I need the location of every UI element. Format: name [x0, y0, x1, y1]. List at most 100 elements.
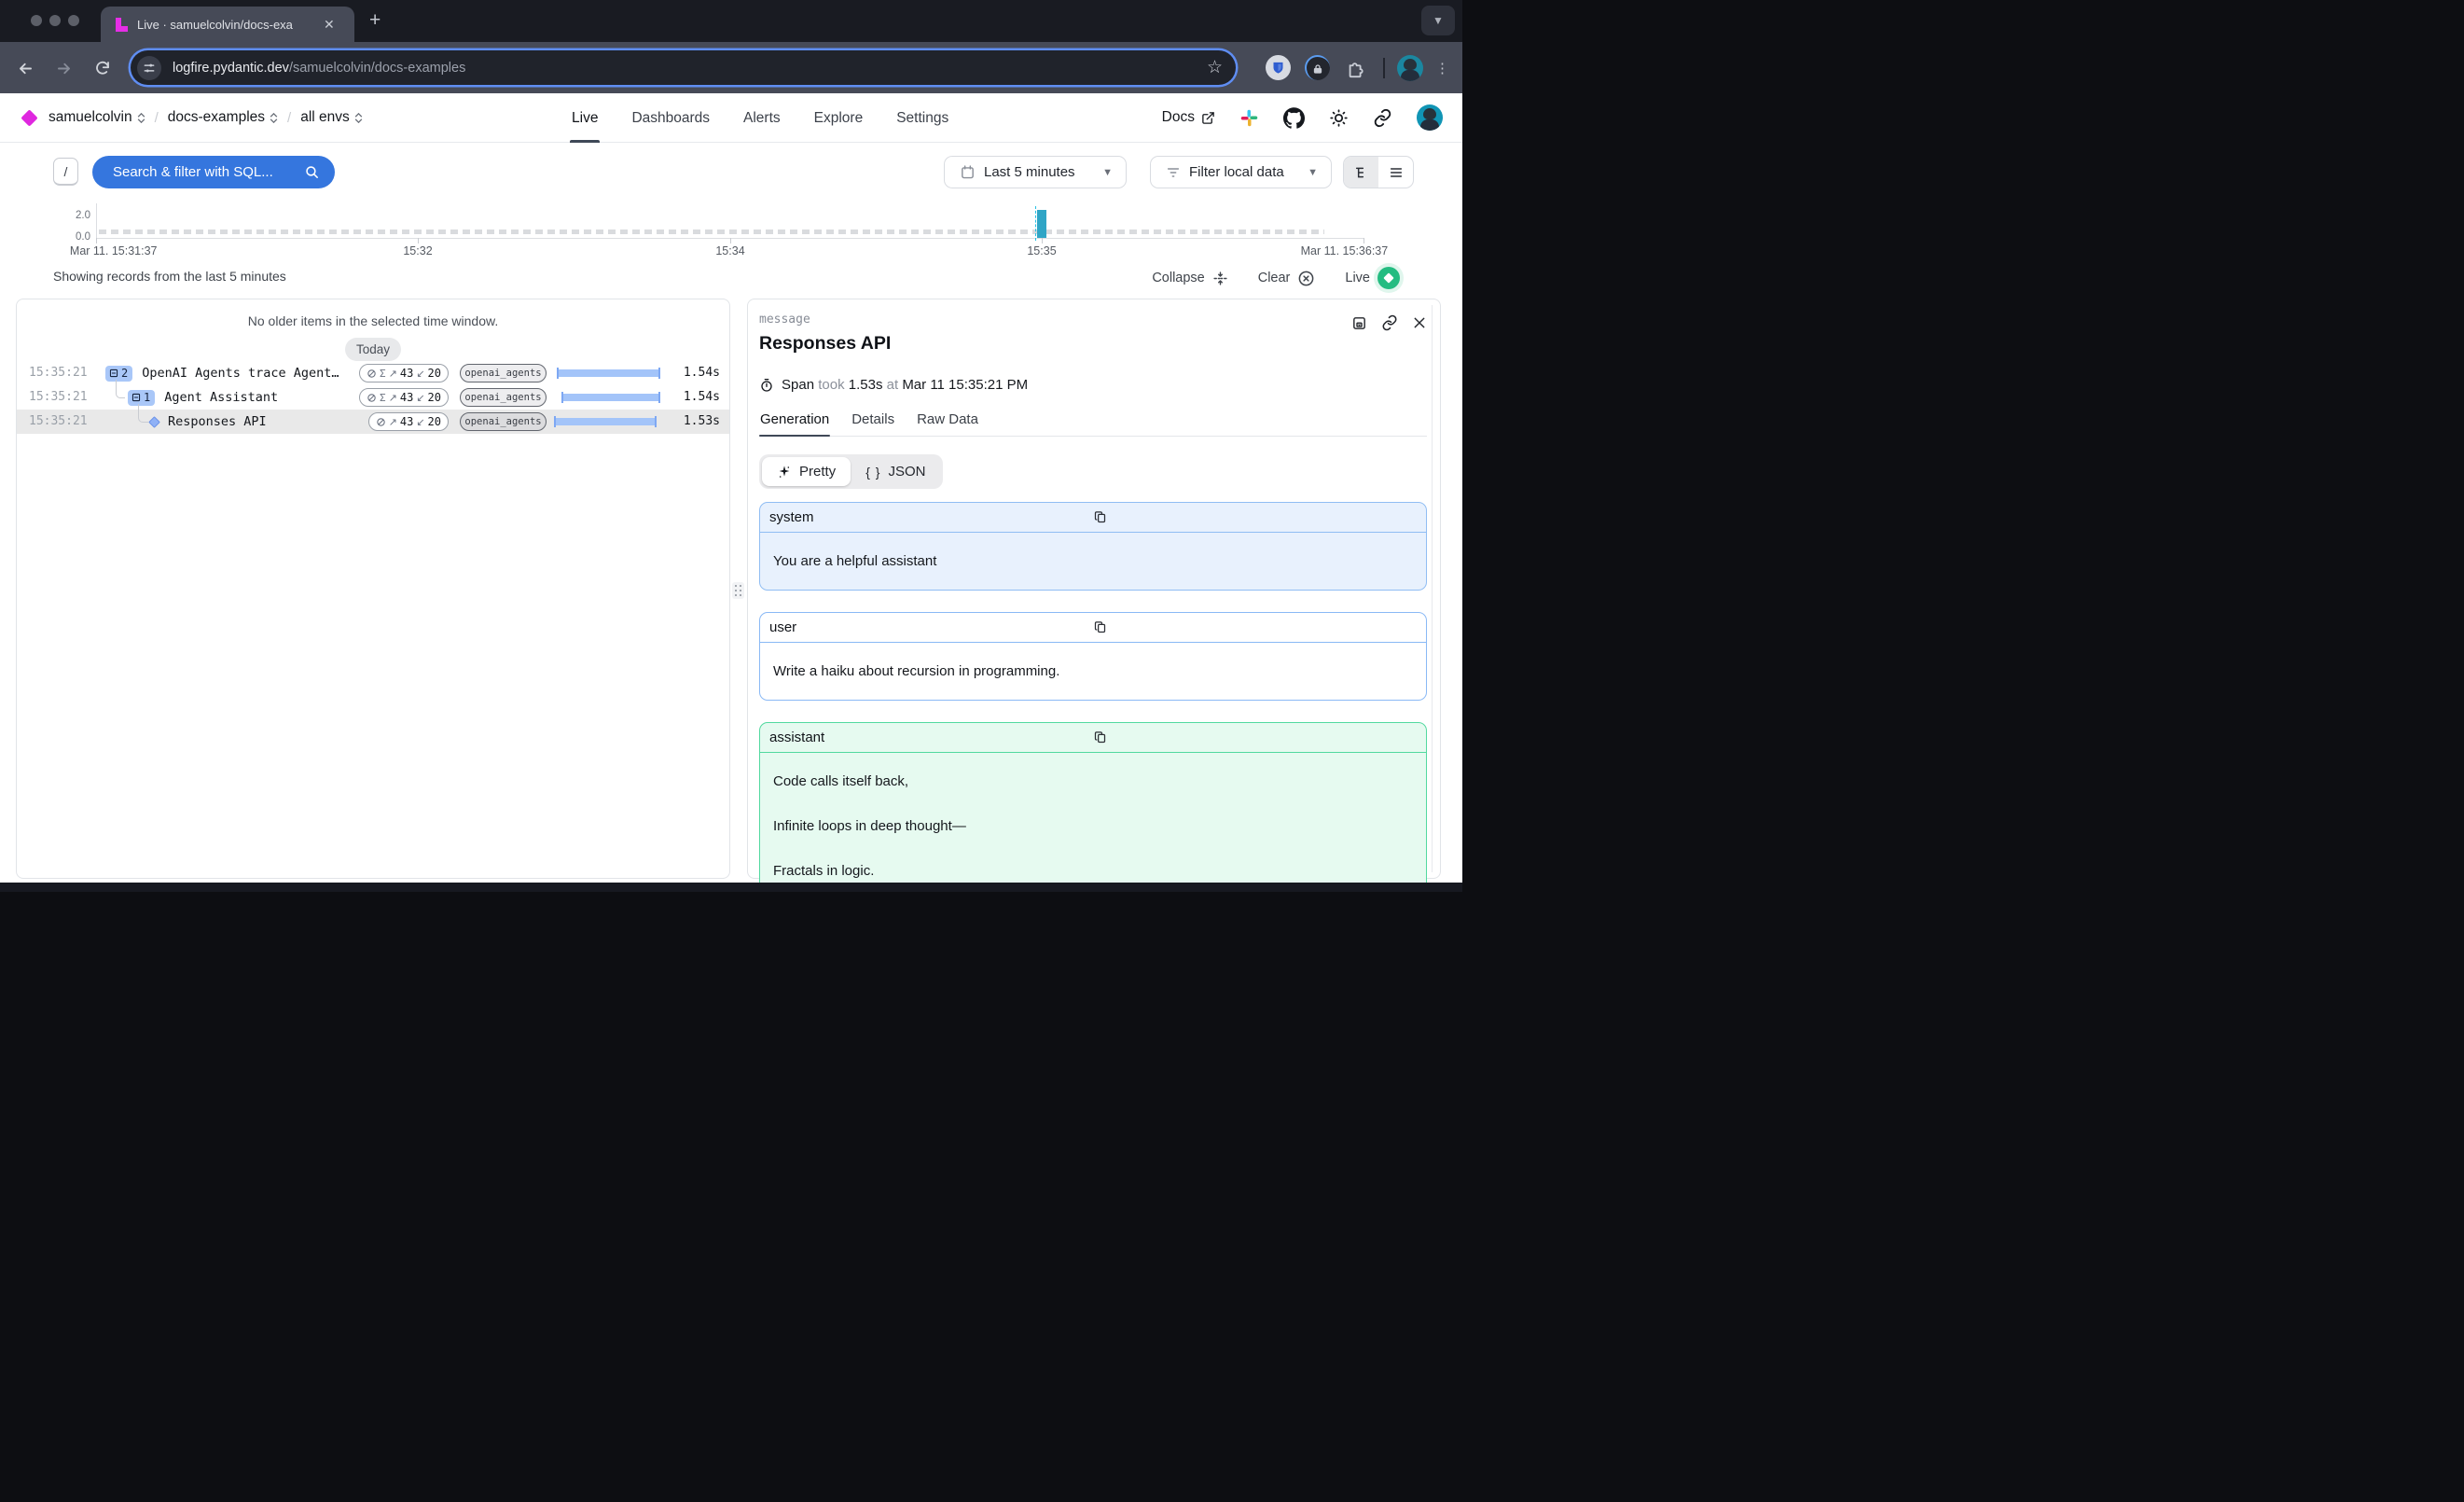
collapse-button[interactable]: Collapse [1152, 271, 1227, 286]
breadcrumb-project[interactable]: docs-examples [168, 109, 278, 126]
clear-circle-x-icon [1297, 270, 1315, 287]
time-range-button[interactable]: Last 5 minutes ▼ [944, 156, 1127, 188]
clear-button[interactable]: Clear [1258, 270, 1316, 287]
close-window-button[interactable] [31, 15, 42, 26]
bitwarden-extension-icon[interactable] [1264, 54, 1292, 82]
scope-tag[interactable]: openai_agents [460, 412, 547, 431]
slack-icon[interactable] [1239, 108, 1259, 128]
chevron-down-icon: ▼ [1308, 167, 1318, 178]
token-metrics-pill[interactable]: ↗43 ↙20 [368, 412, 449, 431]
tab-strip: Live · samuelcolvin/docs-exa ✕ + ▼ [0, 0, 1462, 42]
copy-icon[interactable] [1093, 510, 1417, 524]
null-icon [367, 393, 377, 403]
browser-menu-icon[interactable]: ⋮ [1435, 60, 1449, 76]
duration-bar-track [554, 394, 660, 401]
forward-button[interactable] [50, 55, 76, 81]
reload-button[interactable] [90, 55, 116, 81]
record-time: 15:35:21 [29, 414, 88, 428]
window-controls[interactable] [31, 15, 79, 26]
record-time: 15:35:21 [29, 366, 88, 380]
timeline-y-label: 0.0 [76, 231, 90, 243]
new-tab-button[interactable]: + [369, 10, 381, 30]
chevron-updown-icon [137, 113, 145, 123]
profile-avatar[interactable] [1396, 54, 1424, 82]
list-view-button[interactable] [1378, 157, 1413, 188]
github-icon[interactable] [1283, 107, 1305, 129]
timeline-chart[interactable]: 2.00.0Mar 11. 15:31:3715:3215:3415:35Mar… [0, 201, 1462, 262]
record-time: 15:35:21 [29, 390, 88, 404]
dock-panel-icon[interactable] [1351, 315, 1367, 331]
children-count-badge[interactable]: 1 [128, 390, 155, 406]
copy-icon[interactable] [1093, 620, 1417, 634]
docs-link[interactable]: Docs [1162, 109, 1215, 126]
detail-tab-raw-data[interactable]: Raw Data [916, 411, 979, 436]
message-card-user: user Write a haiku about recursion in pr… [759, 612, 1427, 701]
browser-toolbar: logfire.pydantic.dev/samuelcolvin/docs-e… [0, 42, 1462, 93]
detail-title: Responses API [759, 333, 1427, 355]
collapse-minus-icon [132, 393, 141, 402]
scope-tag[interactable]: openai_agents [460, 364, 547, 382]
pretty-view-button[interactable]: Pretty [762, 457, 851, 486]
permalink-icon[interactable] [1381, 314, 1398, 331]
date-pill[interactable]: Today [345, 338, 401, 361]
breadcrumb-org[interactable]: samuelcolvin [48, 109, 145, 126]
slash-shortcut-key[interactable]: / [53, 158, 78, 186]
site-settings-icon[interactable] [137, 56, 161, 80]
tab-title: Live · samuelcolvin/docs-exa [137, 18, 320, 32]
nav-tab-settings[interactable]: Settings [896, 93, 948, 143]
nav-tab-dashboards[interactable]: Dashboards [631, 93, 710, 143]
detail-tab-details[interactable]: Details [851, 411, 895, 436]
tokens-down-icon: ↙ [416, 392, 424, 404]
panel-resize-handle[interactable] [732, 582, 744, 599]
record-duration: 1.53s [664, 414, 720, 428]
children-count-badge[interactable]: 2 [105, 366, 132, 382]
bookmark-star-icon[interactable]: ☆ [1207, 57, 1223, 78]
close-panel-icon[interactable] [1412, 315, 1427, 330]
tokens-down-icon: ↙ [416, 416, 424, 428]
toolbar-separator [1383, 58, 1385, 78]
scope-tag[interactable]: openai_agents [460, 388, 547, 407]
privacy-extension-icon[interactable] [1303, 54, 1331, 82]
token-metrics-pill[interactable]: Σ ↗43 ↙20 [359, 364, 449, 382]
sparkle-icon [777, 465, 792, 480]
detail-tab-generation[interactable]: Generation [759, 411, 830, 436]
url-text: logfire.pydantic.dev/samuelcolvin/docs-e… [173, 61, 1207, 76]
copy-icon[interactable] [1093, 730, 1417, 744]
sigma-icon: Σ [380, 368, 386, 380]
duration-bar [561, 394, 660, 401]
timeline-tick [1042, 238, 1043, 243]
record-duration: 1.54s [664, 366, 720, 380]
nav-tab-alerts[interactable]: Alerts [743, 93, 781, 143]
user-avatar[interactable] [1417, 104, 1443, 131]
share-link-icon[interactable] [1373, 108, 1392, 128]
tab-search-button[interactable]: ▼ [1421, 6, 1455, 35]
breadcrumb-env[interactable]: all envs [300, 109, 363, 126]
tab-close-icon[interactable]: ✕ [324, 17, 335, 33]
timeline-activity-bar[interactable] [1037, 210, 1046, 238]
app-nav: samuelcolvin / docs-examples / all envs … [0, 93, 1462, 143]
span-kind-label: message [759, 313, 1427, 327]
browser-window: Live · samuelcolvin/docs-exa ✕ + ▼ logfi… [0, 0, 1462, 892]
zoom-window-button[interactable] [68, 15, 79, 26]
minimize-window-button[interactable] [49, 15, 61, 26]
theme-sun-icon[interactable] [1329, 108, 1349, 128]
duration-bar-track [554, 418, 660, 425]
search-filter-button[interactable]: Search & filter with SQL... [92, 156, 335, 188]
back-button[interactable] [12, 55, 38, 81]
extensions-puzzle-icon[interactable] [1342, 54, 1370, 82]
detail-scrollbar[interactable] [1432, 305, 1433, 872]
nav-tab-explore[interactable]: Explore [814, 93, 864, 143]
live-status-icon [1377, 267, 1400, 289]
tree-view-button[interactable] [1344, 157, 1378, 188]
local-filter-button[interactable]: Filter local data ▼ [1150, 156, 1332, 188]
browser-tab[interactable]: Live · samuelcolvin/docs-exa ✕ [101, 7, 354, 42]
nav-tab-live[interactable]: Live [572, 93, 598, 143]
live-toggle[interactable]: Live [1345, 267, 1400, 289]
json-view-button[interactable]: { } JSON [851, 457, 940, 486]
token-metrics-pill[interactable]: Σ ↗43 ↙20 [359, 388, 449, 407]
external-link-icon [1201, 111, 1215, 125]
message-content: Write a haiku about recursion in program… [760, 643, 1426, 700]
timeline-x-label: 15:32 [403, 244, 432, 257]
record-row[interactable]: 15:35:21 Responses API ↗43 ↙20 openai_ag… [17, 410, 729, 434]
url-bar[interactable]: logfire.pydantic.dev/samuelcolvin/docs-e… [131, 50, 1236, 85]
